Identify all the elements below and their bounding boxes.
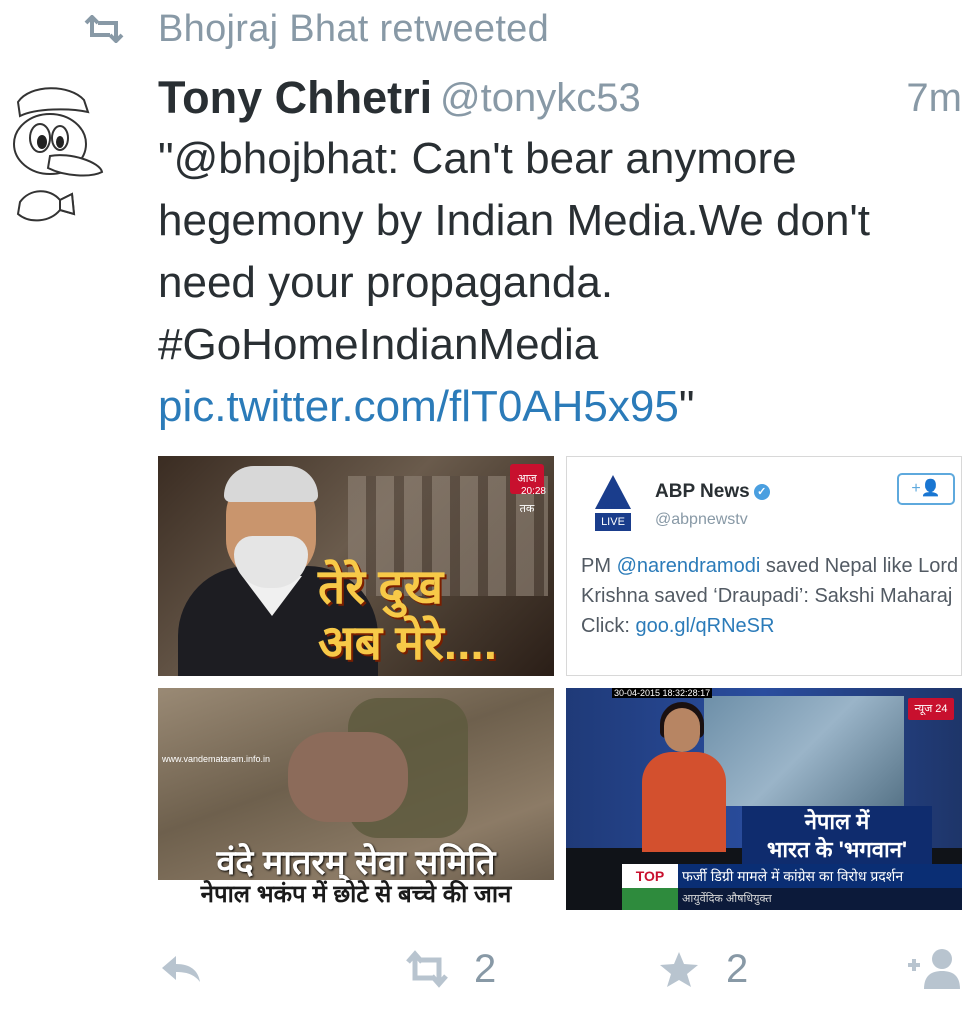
tweet-action-bar: 2 2 xyxy=(158,944,962,994)
retweet-icon xyxy=(84,15,124,43)
verified-icon: ✓ xyxy=(753,484,770,500)
tweet-body-text: "@bhojbhat: Can't bear anymore hegemony … xyxy=(158,134,871,369)
image-caption-line2: नेपाल भकंप में छोटे से बच्चे की जान xyxy=(158,880,554,910)
channel-badge-time: 20:28 xyxy=(520,486,546,497)
abp-tweet-text: PM @narendramodi saved Nepal like Lord K… xyxy=(581,551,961,641)
media-grid: तेरे दुख अब मेरे.... आज तक 20:28 ABP LIV… xyxy=(158,456,962,910)
channel-logo: न्यूज 24 xyxy=(908,698,954,720)
image-anchor-body xyxy=(642,752,726,852)
image-caption: तेरे दुख अब मेरे.... xyxy=(318,560,497,672)
retweeted-by-text[interactable]: Bhojraj Bhat retweeted xyxy=(158,8,549,51)
retweet-icon xyxy=(406,950,448,988)
follow-user-button[interactable] xyxy=(906,944,962,994)
author-handle[interactable]: @tonykc53 xyxy=(440,70,641,126)
abp-mention: @narendramodi xyxy=(616,555,761,577)
tweet-timestamp[interactable]: 7m xyxy=(906,70,962,126)
media-image-news24[interactable]: 30-04-2015 18:32:28:17 न्यूज 24 नेपाल मे… xyxy=(566,688,962,910)
star-icon xyxy=(660,952,698,987)
abp-click-label: Click: xyxy=(581,615,636,637)
media-image-modi[interactable]: तेरे दुख अब मेरे.... आज तक 20:28 xyxy=(158,456,554,676)
image-watermark: www.vandemataram.info.in xyxy=(162,754,271,764)
abp-text-before: PM xyxy=(581,555,617,577)
headline-line2: भारत के 'भगवान' xyxy=(766,837,908,862)
abp-logo: ABP LIVE xyxy=(595,475,631,531)
abp-logo-live: LIVE xyxy=(595,513,631,531)
abp-account-handle: @abpnewstv xyxy=(655,511,748,528)
tweet-closing-quote: " xyxy=(678,382,695,431)
top-news-label: TOP NEWS xyxy=(622,864,678,908)
tweet-header: Tony Chhetri @tonykc53 7m xyxy=(158,70,962,126)
reply-icon xyxy=(162,956,200,982)
image-inset-video xyxy=(704,696,904,806)
follow-user-icon xyxy=(908,949,960,989)
image-caption-line1: वंदे मातरम् सेवा समिति xyxy=(216,844,496,882)
image-timestamp: 30-04-2015 18:32:28:17 xyxy=(612,688,713,698)
retweet-button[interactable]: 2 xyxy=(404,944,496,994)
sub-ticker-logo xyxy=(622,888,678,910)
tweet-pic-link[interactable]: pic.twitter.com/flT0AH5x95 xyxy=(158,382,679,431)
abp-account-name: ABP News ✓ xyxy=(655,481,770,503)
abp-click-link: goo.gl/qRNeSR xyxy=(635,615,775,637)
abp-follow-button: +👤 xyxy=(897,473,955,505)
author-name[interactable]: Tony Chhetri xyxy=(158,70,432,126)
image-anchor-head xyxy=(664,708,700,752)
retweet-context: Bhojraj Bhat retweeted xyxy=(82,6,549,52)
reply-button[interactable] xyxy=(158,944,204,994)
abp-logo-text: ABP xyxy=(604,501,621,510)
media-image-rescue[interactable]: www.vandemataram.info.in वंदे मातरम् सेव… xyxy=(158,688,554,910)
image-child xyxy=(288,732,408,822)
tweet-text: "@bhojbhat: Can't bear anymore hegemony … xyxy=(158,128,958,438)
image-person-hair xyxy=(224,466,318,502)
media-image-abp-tweet[interactable]: ABP LIVE ABP News ✓ @abpnewstv +👤 PM @nar… xyxy=(566,456,962,676)
headline-line1: नेपाल में xyxy=(804,809,870,834)
image-caption-line2: अब मेरे.... xyxy=(318,617,498,670)
abp-account-name-text: ABP News xyxy=(655,481,750,502)
favorite-button[interactable]: 2 xyxy=(656,944,748,994)
image-caption-line1: तेरे दुख xyxy=(318,561,444,614)
retweet-count: 2 xyxy=(474,946,497,991)
avatar[interactable] xyxy=(0,82,108,242)
favorite-count: 2 xyxy=(726,946,749,991)
